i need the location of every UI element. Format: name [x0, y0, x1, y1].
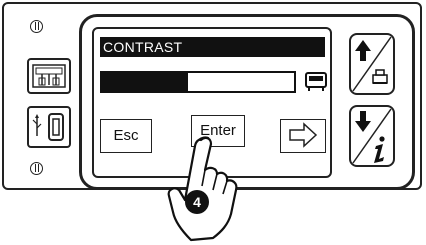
menu-title: CONTRAST: [100, 37, 325, 57]
terminal-connector-icon: [32, 64, 66, 88]
contrast-slider-fill: [102, 73, 189, 91]
usb-port: [27, 106, 71, 148]
monitor-icon: [305, 72, 327, 91]
step-number-badge: 4: [185, 190, 209, 214]
esc-button[interactable]: Esc: [100, 119, 152, 153]
up-key[interactable]: [349, 33, 395, 95]
usb-icon: [32, 113, 64, 141]
mounting-screw-top: [30, 20, 43, 33]
arrow-up-printer-icon: [352, 36, 392, 92]
down-key[interactable]: [349, 105, 395, 167]
terminal-port: [27, 58, 71, 94]
pointing-hand-icon: [167, 136, 238, 242]
arrow-down-info-icon: [352, 108, 392, 164]
contrast-slider[interactable]: [100, 71, 296, 93]
mounting-screw-bottom: [30, 162, 43, 175]
arrow-right-icon: [289, 122, 318, 148]
next-button[interactable]: [280, 119, 326, 153]
